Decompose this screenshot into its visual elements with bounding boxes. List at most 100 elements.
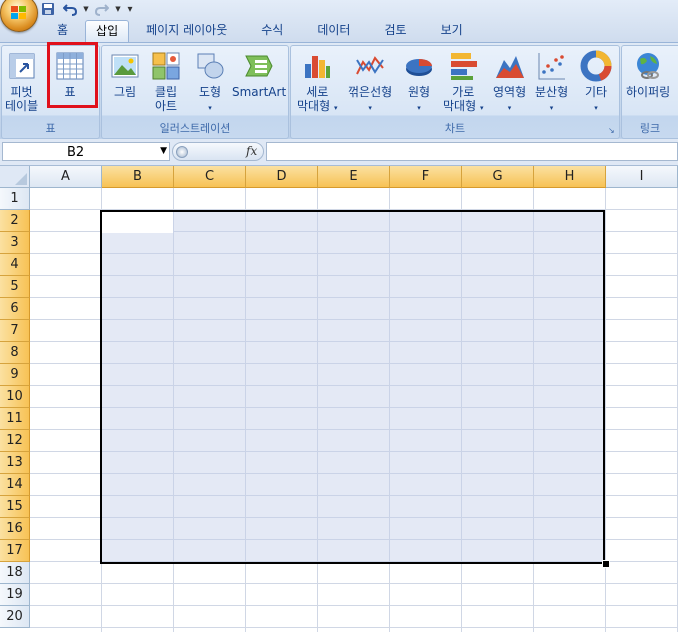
- redo-button[interactable]: [92, 1, 112, 17]
- picture-icon: [111, 54, 139, 78]
- column-chart-dropdown-icon: ▾: [333, 104, 338, 112]
- row-header-20[interactable]: 20: [0, 606, 30, 628]
- smartart-button[interactable]: SmartArt: [232, 50, 286, 99]
- column-header-i[interactable]: I: [606, 166, 678, 188]
- column-header-a[interactable]: A: [30, 166, 102, 188]
- row-header-9[interactable]: 9: [0, 364, 30, 386]
- pie-chart-button[interactable]: 원형 ▾: [403, 50, 435, 115]
- bar-chart-icon: [451, 53, 478, 80]
- select-all-button[interactable]: [0, 166, 30, 188]
- pie-chart-icon: [406, 59, 432, 76]
- tab-page-layout[interactable]: 페이지 레이아웃: [129, 20, 244, 41]
- doughnut-chart-icon: [580, 50, 612, 82]
- column-header-d[interactable]: D: [246, 166, 318, 188]
- row-header-2[interactable]: 2: [0, 210, 30, 232]
- ribbon: 피벗 테이블 표 표 그림 클립 아트 도형 ▾ SmartArt 일러스트레이…: [0, 42, 678, 140]
- redo-icon: [95, 4, 109, 16]
- redo-dropdown-icon[interactable]: ▼: [114, 5, 122, 13]
- scatter-chart-button[interactable]: 분산형 ▾: [535, 50, 568, 115]
- group-links: 하이퍼링 링크: [621, 45, 678, 139]
- area-chart-label: 영역형: [493, 85, 527, 99]
- pie-chart-dropdown-icon: ▾: [417, 104, 421, 112]
- bar-chart-button[interactable]: 가로 막대형 ▾: [443, 50, 483, 115]
- column-chart-button[interactable]: 세로 막대형 ▾: [297, 50, 337, 115]
- clipart-icon: [152, 52, 180, 80]
- row-header-17[interactable]: 17: [0, 540, 30, 562]
- undo-dropdown-icon[interactable]: ▼: [82, 5, 90, 13]
- smartart-icon: [245, 55, 273, 77]
- row-header-7[interactable]: 7: [0, 320, 30, 342]
- office-button[interactable]: [0, 0, 38, 32]
- customize-qat-icon[interactable]: ▾: [124, 4, 136, 15]
- area-chart-button[interactable]: 영역형 ▾: [493, 50, 526, 115]
- shapes-button[interactable]: 도형 ▾: [194, 50, 226, 115]
- fill-handle[interactable]: [602, 560, 610, 568]
- office-logo-icon: [11, 6, 26, 19]
- save-button[interactable]: [38, 1, 58, 17]
- row-header-13[interactable]: 13: [0, 452, 30, 474]
- group-illustrations: 그림 클립 아트 도형 ▾ SmartArt 일러스트레이션: [101, 45, 289, 139]
- tab-home[interactable]: 홈: [40, 20, 85, 41]
- chart-dialog-launcher-icon[interactable]: ↘: [608, 127, 616, 135]
- row-header-12[interactable]: 12: [0, 430, 30, 452]
- formula-input[interactable]: [266, 142, 678, 161]
- row-header-10[interactable]: 10: [0, 386, 30, 408]
- active-cell[interactable]: [102, 212, 173, 233]
- formula-bar: B2 ▼ fx: [0, 139, 678, 166]
- hyperlink-label: 하이퍼링: [626, 85, 671, 99]
- formula-buttons: fx: [172, 142, 264, 161]
- row-header-18[interactable]: 18: [0, 562, 30, 584]
- column-header-g[interactable]: G: [462, 166, 534, 188]
- group-label-illustrations: 일러스트레이션: [159, 122, 231, 135]
- undo-icon: [63, 4, 77, 16]
- row-header-16[interactable]: 16: [0, 518, 30, 540]
- column-chart-label-2: 막대형: [297, 99, 331, 113]
- row-header-4[interactable]: 4: [0, 254, 30, 276]
- tab-data[interactable]: 데이터: [300, 20, 367, 41]
- column-header-b[interactable]: B: [102, 166, 174, 188]
- row-header-14[interactable]: 14: [0, 474, 30, 496]
- column-header-e[interactable]: E: [318, 166, 390, 188]
- row-header-19[interactable]: 19: [0, 584, 30, 606]
- resize-knob-icon[interactable]: [176, 146, 188, 158]
- tab-insert[interactable]: 삽입: [85, 20, 130, 42]
- name-box[interactable]: B2 ▼: [2, 142, 170, 161]
- tab-view[interactable]: 보기: [424, 20, 480, 41]
- shapes-icon: [197, 53, 224, 79]
- pivot-table-label-1: 피벗: [10, 85, 33, 99]
- group-label-tables: 표: [45, 122, 56, 135]
- bar-chart-dropdown-icon: ▾: [479, 104, 484, 112]
- scatter-chart-icon: [538, 53, 565, 80]
- smartart-label: SmartArt: [232, 85, 287, 99]
- row-header-15[interactable]: 15: [0, 496, 30, 518]
- row-header-8[interactable]: 8: [0, 342, 30, 364]
- row-header-11[interactable]: 11: [0, 408, 30, 430]
- column-header-f[interactable]: F: [390, 166, 462, 188]
- line-chart-button[interactable]: 꺾은선형 ▾: [348, 50, 392, 115]
- row-header-5[interactable]: 5: [0, 276, 30, 298]
- insert-function-button[interactable]: fx: [246, 144, 257, 158]
- group-label-charts: 차트: [444, 122, 466, 135]
- clipart-button[interactable]: 클립 아트: [150, 50, 182, 113]
- hyperlink-button[interactable]: 하이퍼링: [626, 50, 670, 99]
- row-header-1[interactable]: 1: [0, 188, 30, 210]
- area-chart-icon: [495, 56, 524, 78]
- area-chart-dropdown-icon: ▾: [507, 104, 512, 112]
- undo-button[interactable]: [60, 1, 80, 17]
- tab-review[interactable]: 검토: [367, 20, 423, 41]
- line-chart-icon: [356, 56, 384, 75]
- row-header-3[interactable]: 3: [0, 232, 30, 254]
- other-charts-dropdown-icon: ▾: [594, 104, 598, 112]
- tab-formulas[interactable]: 수식: [244, 20, 300, 41]
- column-header-h[interactable]: H: [534, 166, 606, 188]
- pivot-table-button[interactable]: 피벗 테이블: [5, 50, 38, 113]
- pie-chart-label: 원형: [407, 85, 431, 99]
- pivot-table-icon: [9, 53, 35, 79]
- name-box-dropdown-icon[interactable]: ▼: [160, 146, 167, 156]
- other-charts-button[interactable]: 기타 ▾: [580, 50, 612, 115]
- row-header-6[interactable]: 6: [0, 298, 30, 320]
- column-header-c[interactable]: C: [174, 166, 246, 188]
- picture-button[interactable]: 그림: [109, 50, 141, 99]
- selection-range[interactable]: [100, 210, 605, 564]
- column-chart-icon: [305, 56, 331, 78]
